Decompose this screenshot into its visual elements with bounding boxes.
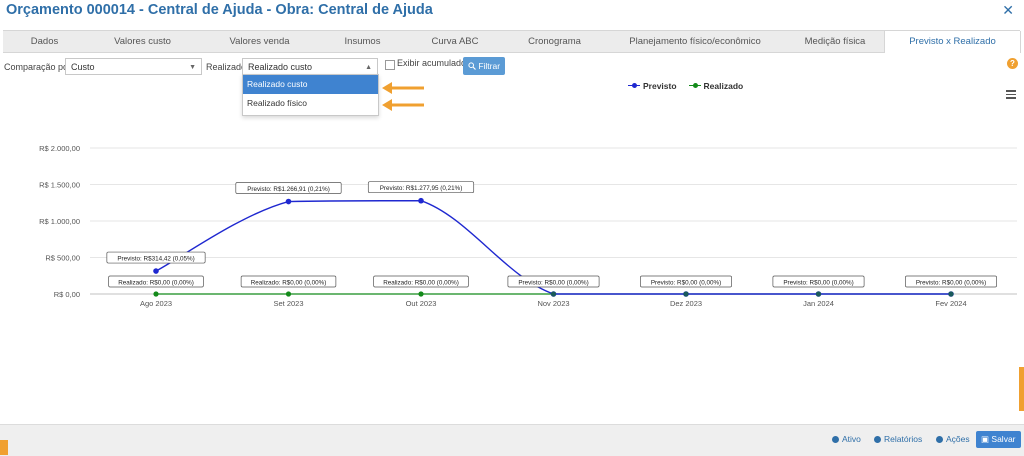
comparacao-select[interactable]: Custo ▼: [65, 58, 202, 75]
tag-icon: [936, 436, 943, 443]
data-label-realizado: Realizado: R$0,00 (0,00%): [108, 275, 204, 288]
data-label-realizado-text: Realizado: R$0,00 (0,00%): [251, 280, 327, 287]
tab-curva-abc[interactable]: Curva ABC: [405, 31, 505, 52]
acoes-button[interactable]: Ações: [936, 431, 970, 448]
realizado-label: Realizado: [206, 62, 247, 72]
footer-toolbar: Ativo Relatórios Ações ▣ Salvar: [0, 424, 1024, 456]
x-tick-label: Out 2023: [406, 299, 437, 308]
data-label-previsto: Previsto: R$1.266,91 (0,21%): [235, 182, 342, 194]
data-point-realizado: [285, 291, 292, 297]
chevron-down-icon: ▼: [189, 64, 196, 71]
data-label-previsto: Previsto: R$314,42 (0,05%): [106, 251, 206, 264]
arrow-left-icon: [382, 82, 424, 94]
salvar-button[interactable]: ▣ Salvar: [976, 431, 1021, 448]
data-label-previsto: Previsto: R$0,00 (0,00%): [905, 275, 997, 288]
filtrar-button[interactable]: Filtrar: [463, 57, 505, 75]
report-icon: [874, 436, 881, 443]
comparacao-label: Comparação por: [4, 62, 72, 72]
x-tick-label: Dez 2023: [670, 299, 702, 308]
comparacao-value: Custo: [71, 62, 95, 72]
x-tick-label: Fev 2024: [935, 299, 966, 308]
save-icon: ▣: [981, 434, 992, 444]
x-tick-label: Set 2023: [273, 299, 303, 308]
data-label-previsto: Previsto: R$1.277,95 (0,21%): [367, 181, 475, 194]
data-label-previsto: Previsto: R$0,00 (0,00%): [772, 275, 865, 288]
close-icon[interactable]: ✕: [1002, 2, 1014, 19]
hamburger-menu-icon[interactable]: [1006, 90, 1016, 99]
tab-valores-custo[interactable]: Valores custo: [86, 31, 199, 52]
x-tick-label: Jan 2024: [803, 299, 834, 308]
data-point-realizado: [815, 291, 822, 297]
x-tick-label: Ago 2023: [140, 299, 172, 308]
ativo-label: Ativo: [842, 434, 861, 444]
dropdown-option-realizado-fisico[interactable]: Realizado físico: [243, 94, 378, 113]
tab-dados[interactable]: Dados: [3, 31, 86, 52]
tab-valores-venda[interactable]: Valores venda: [199, 31, 320, 52]
legend-item-realizado[interactable]: Realizado: [688, 81, 744, 91]
relatorios-button[interactable]: Relatórios: [874, 431, 922, 448]
filter-bar: Comparação por Custo ▼ Realizado Realiza…: [0, 56, 1024, 78]
data-label-previsto-text: Previsto: R$0,00 (0,00%): [651, 280, 721, 287]
data-point-previsto: [285, 198, 292, 205]
y-tick-label: R$ 1.500,00: [39, 181, 80, 190]
y-tick-label: R$ 1.000,00: [39, 217, 80, 226]
y-tick-label: R$ 2.000,00: [39, 144, 80, 153]
exibir-acumulado-checkbox[interactable]: [385, 60, 395, 70]
side-badge[interactable]: [0, 440, 8, 455]
window-title: Orçamento 000014 - Central de Ajuda - Ob…: [6, 2, 433, 18]
data-label-previsto-text: Previsto: R$0,00 (0,00%): [916, 280, 986, 287]
tab-cronograma[interactable]: Cronograma: [505, 31, 604, 52]
dropdown-option-realizado-custo[interactable]: Realizado custo: [243, 75, 378, 94]
window-titlebar: Orçamento 000014 - Central de Ajuda - Ob…: [0, 0, 1024, 26]
y-tick-label: R$ 500,00: [45, 254, 80, 263]
side-panel-handle[interactable]: [1019, 367, 1024, 411]
chart-legend: Previsto Realizado: [628, 81, 743, 91]
data-label-realizado-text: Realizado: R$0,00 (0,00%): [383, 280, 459, 287]
ativo-button[interactable]: Ativo: [832, 431, 861, 448]
circle-icon: [832, 436, 839, 443]
annotation-arrows: [382, 82, 424, 111]
data-point-realizado: [948, 291, 954, 297]
tab-insumos[interactable]: Insumos: [320, 31, 405, 52]
previsto-marker-icon: [628, 83, 640, 89]
arrow-left-icon: [382, 99, 424, 111]
y-tick-label: R$ 0,00: [54, 290, 80, 299]
data-label-previsto-text: Previsto: R$0,00 (0,00%): [783, 280, 853, 287]
tab-planejamento[interactable]: Planejamento físico/econômico: [604, 31, 786, 52]
data-label-previsto: Previsto: R$0,00 (0,00%): [640, 275, 732, 288]
realizado-value: Realizado custo: [248, 62, 313, 72]
data-label-previsto-text: Previsto: R$1.266,91 (0,21%): [247, 186, 330, 193]
tab-previsto-realizado[interactable]: Previsto x Realizado: [884, 31, 1021, 53]
exibir-acumulado-label: Exibir acumulado: [397, 58, 467, 68]
data-point-previsto: [153, 268, 159, 274]
salvar-label: Salvar: [991, 434, 1016, 444]
search-icon: [468, 62, 476, 70]
data-point-realizado: [683, 291, 689, 297]
help-icon[interactable]: ?: [1007, 58, 1018, 69]
legend-item-previsto[interactable]: Previsto: [628, 81, 677, 91]
tab-medicao-fisica[interactable]: Medição física: [786, 31, 884, 52]
data-label-previsto-text: Previsto: R$0,00 (0,00%): [518, 280, 588, 287]
data-label-realizado-text: Realizado: R$0,00 (0,00%): [118, 280, 194, 287]
data-point-previsto: [418, 197, 424, 204]
data-label-realizado: Realizado: R$0,00 (0,00%): [240, 275, 337, 288]
acoes-label: Ações: [946, 434, 970, 444]
data-label-realizado: Realizado: R$0,00 (0,00%): [373, 275, 469, 288]
tab-bar: Dados Valores custo Valores venda Insumo…: [3, 30, 1021, 53]
data-point-realizado: [550, 291, 557, 297]
realizado-marker-icon: [688, 83, 701, 89]
realizado-dropdown-menu: Realizado custo Realizado físico: [242, 74, 379, 116]
data-point-realizado: [418, 291, 424, 297]
data-point-realizado: [153, 291, 159, 297]
filtrar-label: Filtrar: [478, 61, 501, 71]
line-chart: R$ 0,00 R$ 500,00 R$ 1.000,00 R$ 1.500,00 R$…: [39, 144, 1017, 308]
legend-label-previsto: Previsto: [643, 81, 677, 91]
data-label-previsto-text: Previsto: R$1.277,95 (0,21%): [380, 185, 463, 192]
x-tick-label: Nov 2023: [537, 299, 569, 308]
realizado-select[interactable]: Realizado custo ▲: [242, 58, 378, 75]
legend-label-realizado: Realizado: [703, 81, 744, 91]
data-label-previsto-text: Previsto: R$314,42 (0,05%): [117, 256, 194, 263]
data-label-previsto: Previsto: R$0,00 (0,00%): [507, 275, 600, 288]
relatorios-label: Relatórios: [884, 434, 923, 444]
